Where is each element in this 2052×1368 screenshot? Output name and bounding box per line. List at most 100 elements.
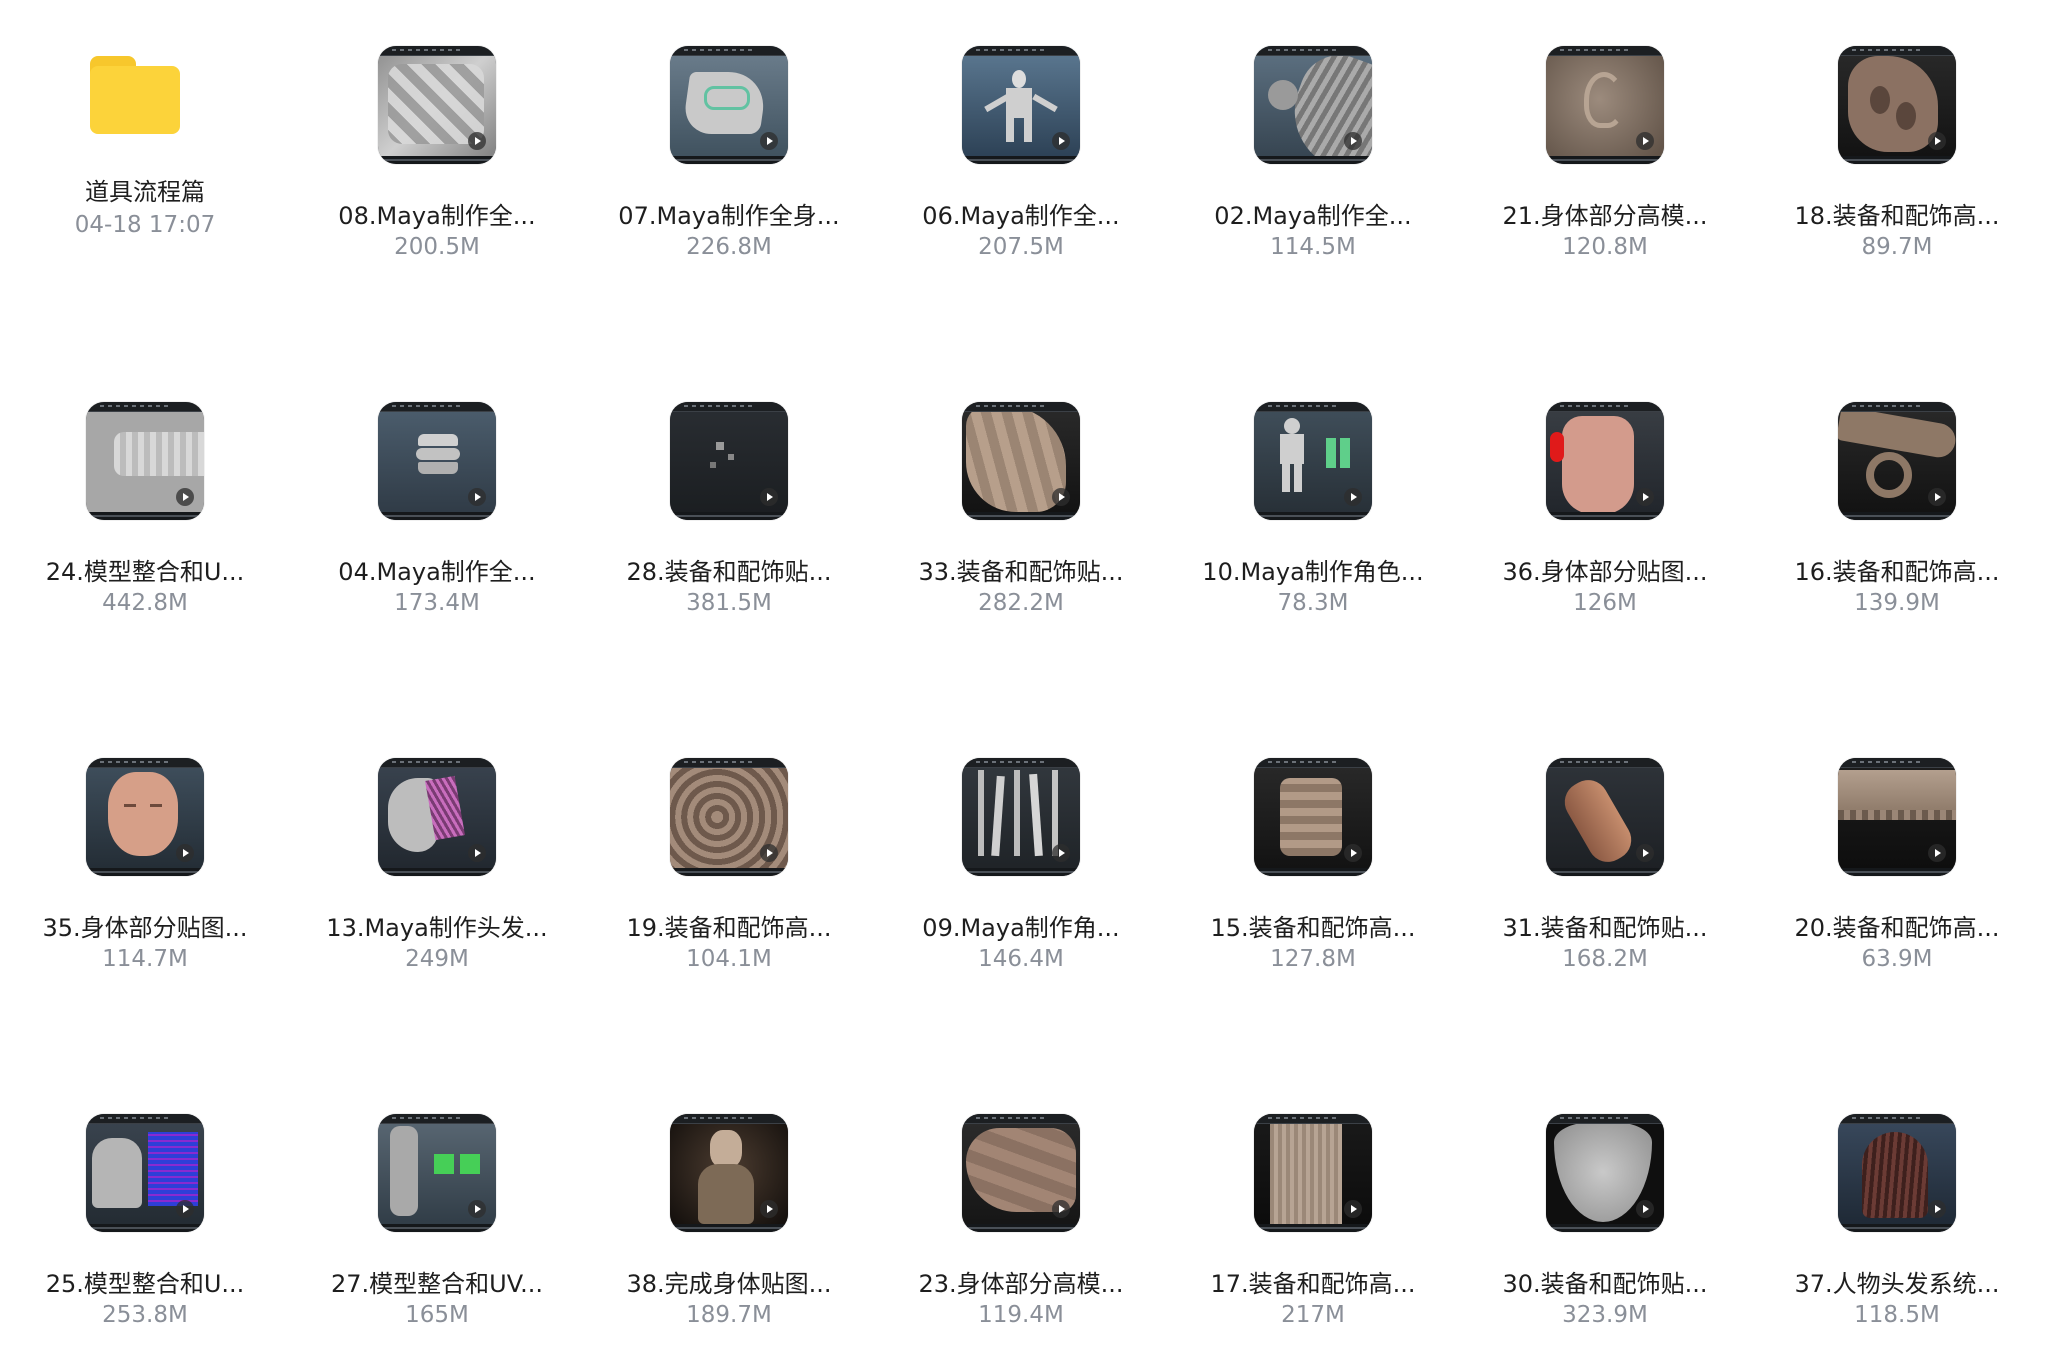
file-item[interactable]: 20.装备和配饰高... 63.9M xyxy=(1752,712,2042,1012)
play-icon xyxy=(176,1200,194,1218)
viewport-timeline xyxy=(962,512,1080,520)
viewport-toolbar xyxy=(1254,1114,1372,1124)
video-thumbnail[interactable] xyxy=(670,46,788,164)
viewport-timeline xyxy=(378,512,496,520)
viewport-toolbar xyxy=(962,1114,1080,1124)
viewport-toolbar xyxy=(1254,402,1372,412)
video-thumbnail[interactable] xyxy=(86,402,204,520)
file-item[interactable]: 21.身体部分高模... 120.8M xyxy=(1460,0,1750,300)
viewport-toolbar xyxy=(1838,46,1956,56)
file-name: 36.身体部分贴图... xyxy=(1502,558,1708,586)
file-name: 28.装备和配饰贴... xyxy=(626,558,832,586)
play-icon xyxy=(1636,488,1654,506)
file-name: 35.身体部分贴图... xyxy=(42,914,248,942)
video-thumbnail[interactable] xyxy=(1546,758,1664,876)
viewport-timeline xyxy=(962,868,1080,876)
video-thumbnail[interactable] xyxy=(1838,46,1956,164)
video-thumbnail[interactable] xyxy=(1838,1114,1956,1232)
file-item[interactable]: 04.Maya制作全... 173.4M xyxy=(292,356,582,656)
play-icon xyxy=(468,488,486,506)
file-size: 78.3M xyxy=(1277,590,1349,616)
video-thumbnail[interactable] xyxy=(86,758,204,876)
play-icon xyxy=(1636,1200,1654,1218)
viewport-timeline xyxy=(1546,156,1664,164)
video-thumbnail[interactable] xyxy=(378,1114,496,1232)
viewport-timeline xyxy=(86,1224,204,1232)
file-item[interactable]: 25.模型整合和U... 253.8M xyxy=(0,1068,290,1368)
video-thumbnail[interactable] xyxy=(670,1114,788,1232)
viewport-timeline xyxy=(1546,1224,1664,1232)
video-thumbnail[interactable] xyxy=(670,758,788,876)
file-size: 323.9M xyxy=(1562,1302,1648,1328)
file-item[interactable]: 27.模型整合和UV... 165M xyxy=(292,1068,582,1368)
file-item[interactable]: 33.装备和配饰贴... 282.2M xyxy=(876,356,1166,656)
viewport-toolbar xyxy=(378,1114,496,1124)
viewport-toolbar xyxy=(378,402,496,412)
file-size: 118.5M xyxy=(1854,1302,1940,1328)
file-item[interactable]: 07.Maya制作全身... 226.8M xyxy=(584,0,874,300)
file-item[interactable]: 31.装备和配饰贴... 168.2M xyxy=(1460,712,1750,1012)
file-item[interactable]: 09.Maya制作角... 146.4M xyxy=(876,712,1166,1012)
video-thumbnail[interactable] xyxy=(670,402,788,520)
file-item[interactable]: 15.装备和配饰高... 127.8M xyxy=(1168,712,1458,1012)
file-name: 38.完成身体贴图... xyxy=(626,1270,832,1298)
file-item[interactable]: 23.身体部分高模... 119.4M xyxy=(876,1068,1166,1368)
file-size: 282.2M xyxy=(978,590,1064,616)
play-icon xyxy=(760,132,778,150)
viewport-timeline xyxy=(670,1224,788,1232)
file-size: 381.5M xyxy=(686,590,772,616)
viewport-timeline xyxy=(670,512,788,520)
video-thumbnail[interactable] xyxy=(1254,46,1372,164)
viewport-toolbar xyxy=(1838,758,1956,768)
file-name: 27.模型整合和UV... xyxy=(331,1270,543,1298)
folder-icon xyxy=(90,54,180,134)
file-item[interactable]: 13.Maya制作头发... 249M xyxy=(292,712,582,1012)
video-thumbnail[interactable] xyxy=(1254,402,1372,520)
file-item[interactable]: 10.Maya制作角色... 78.3M xyxy=(1168,356,1458,656)
video-thumbnail[interactable] xyxy=(962,1114,1080,1232)
file-item[interactable]: 24.模型整合和U... 442.8M xyxy=(0,356,290,656)
folder-date: 04-18 17:07 xyxy=(74,212,216,238)
file-item[interactable]: 16.装备和配饰高... 139.9M xyxy=(1752,356,2042,656)
play-icon xyxy=(468,1200,486,1218)
file-item[interactable]: 28.装备和配饰贴... 381.5M xyxy=(584,356,874,656)
viewport-toolbar xyxy=(670,402,788,412)
file-size: 442.8M xyxy=(102,590,188,616)
file-item[interactable]: 30.装备和配饰贴... 323.9M xyxy=(1460,1068,1750,1368)
video-thumbnail[interactable] xyxy=(1838,402,1956,520)
video-thumbnail[interactable] xyxy=(378,46,496,164)
file-size: 146.4M xyxy=(978,946,1064,972)
video-thumbnail[interactable] xyxy=(86,1114,204,1232)
file-item[interactable]: 08.Maya制作全... 200.5M xyxy=(292,0,582,300)
video-thumbnail[interactable] xyxy=(962,758,1080,876)
video-thumbnail[interactable] xyxy=(962,402,1080,520)
video-thumbnail[interactable] xyxy=(1546,402,1664,520)
file-item[interactable]: 38.完成身体贴图... 189.7M xyxy=(584,1068,874,1368)
file-size: 189.7M xyxy=(686,1302,772,1328)
video-thumbnail[interactable] xyxy=(1254,1114,1372,1232)
file-item[interactable]: 37.人物头发系统... 118.5M xyxy=(1752,1068,2042,1368)
video-thumbnail[interactable] xyxy=(1254,758,1372,876)
video-thumbnail[interactable] xyxy=(378,402,496,520)
file-item[interactable]: 18.装备和配饰高... 89.7M xyxy=(1752,0,2042,300)
video-thumbnail[interactable] xyxy=(1546,46,1664,164)
video-thumbnail[interactable] xyxy=(1838,758,1956,876)
folder-item[interactable]: 道具流程篇 04-18 17:07 xyxy=(0,0,290,300)
file-name: 23.身体部分高模... xyxy=(918,1270,1124,1298)
file-item[interactable]: 19.装备和配饰高... 104.1M xyxy=(584,712,874,1012)
video-thumbnail[interactable] xyxy=(962,46,1080,164)
video-thumbnail[interactable] xyxy=(378,758,496,876)
file-size: 207.5M xyxy=(978,234,1064,260)
file-item[interactable]: 35.身体部分贴图... 114.7M xyxy=(0,712,290,1012)
viewport-timeline xyxy=(1546,512,1664,520)
file-item[interactable]: 06.Maya制作全... 207.5M xyxy=(876,0,1166,300)
file-item[interactable]: 36.身体部分贴图... 126M xyxy=(1460,356,1750,656)
file-item[interactable]: 02.Maya制作全... 114.5M xyxy=(1168,0,1458,300)
file-name: 21.身体部分高模... xyxy=(1502,202,1708,230)
viewport-toolbar xyxy=(962,402,1080,412)
file-name: 17.装备和配饰高... xyxy=(1210,1270,1416,1298)
file-name: 16.装备和配饰高... xyxy=(1794,558,2000,586)
video-thumbnail[interactable] xyxy=(1546,1114,1664,1232)
file-item[interactable]: 17.装备和配饰高... 217M xyxy=(1168,1068,1458,1368)
file-size: 63.9M xyxy=(1861,946,1933,972)
